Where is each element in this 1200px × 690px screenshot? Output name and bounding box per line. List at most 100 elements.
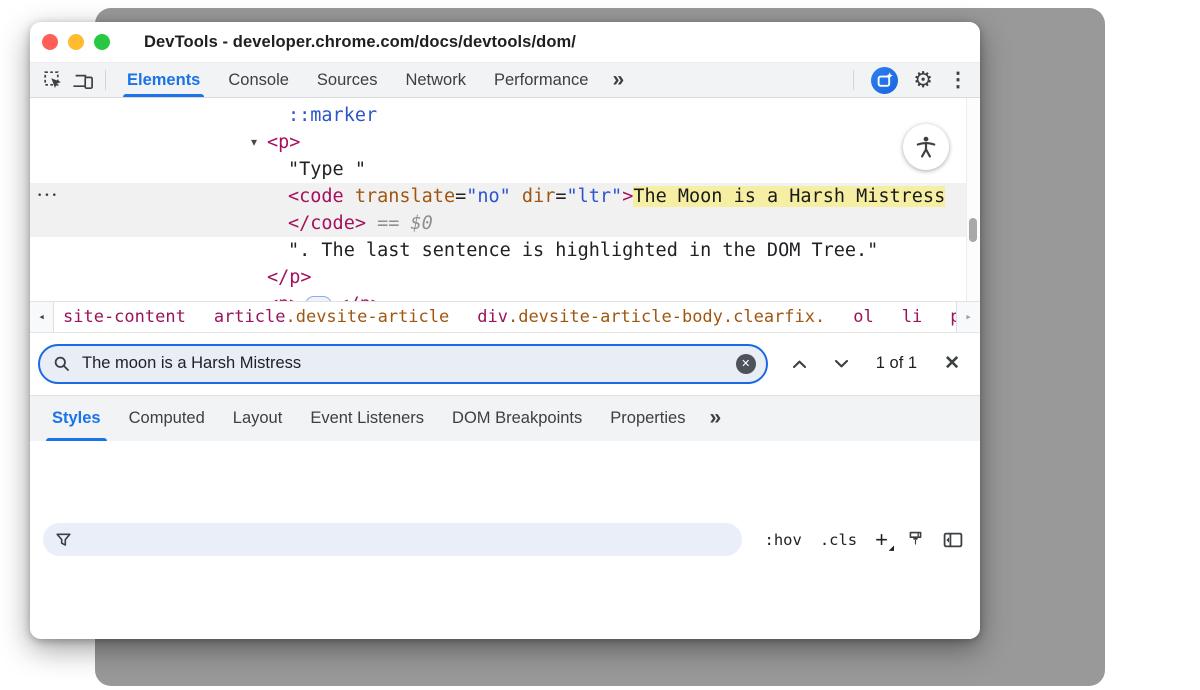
breadcrumb-token-tag: div bbox=[477, 307, 508, 327]
tab-network[interactable]: Network bbox=[391, 63, 480, 97]
inline-expand-icon[interactable]: ⋯ bbox=[305, 296, 332, 301]
breadcrumb: site-contentarticle.devsite-articlediv.d… bbox=[54, 302, 956, 332]
breadcrumb-scroll-right-button[interactable]: ▸ bbox=[956, 302, 980, 332]
tree-token-hl: The Moon is a Harsh Mistress bbox=[633, 186, 945, 207]
settings-gear-icon[interactable]: ⚙ bbox=[913, 69, 933, 91]
inspect-cursor-icon bbox=[43, 70, 64, 91]
next-result-icon[interactable] bbox=[834, 359, 849, 369]
dom-tree: ::marker▾<p>"Type "•••<code translate="n… bbox=[30, 98, 980, 301]
breadcrumb-item[interactable]: ol bbox=[846, 302, 880, 332]
styles-pane-controls: :hov .cls +◢ bbox=[764, 529, 963, 551]
tree-token-tag: > bbox=[622, 186, 633, 207]
sidebar-tab-dom-breakpoints[interactable]: DOM Breakpoints bbox=[438, 396, 596, 441]
dom-tree-row[interactable]: ▾<p> bbox=[30, 129, 980, 156]
minimize-window-button[interactable] bbox=[68, 34, 84, 50]
sidebar-tabs: StylesComputedLayoutEvent ListenersDOM B… bbox=[38, 396, 699, 441]
breadcrumb-item[interactable]: li bbox=[895, 302, 929, 332]
breadcrumb-item[interactable]: site-content bbox=[56, 302, 193, 332]
toggle-device-toolbar-button[interactable] bbox=[68, 66, 98, 94]
toggle-element-state-button[interactable]: :hov bbox=[764, 531, 801, 549]
search-result-counter: 1 of 1 bbox=[876, 354, 917, 373]
sidebar-tab-bar: StylesComputedLayoutEvent ListenersDOM B… bbox=[30, 395, 980, 441]
devtools-window: DevTools - developer.chrome.com/docs/dev… bbox=[30, 22, 980, 639]
rendering-brush-icon[interactable] bbox=[906, 530, 925, 549]
dom-tree-row[interactable]: ::marker bbox=[30, 102, 980, 129]
tab-elements[interactable]: Elements bbox=[113, 63, 214, 97]
tree-token-pun: = bbox=[455, 186, 466, 207]
element-classes-button[interactable]: .cls bbox=[820, 531, 857, 549]
sidebar-tab-properties[interactable]: Properties bbox=[596, 396, 699, 441]
inspect-element-button[interactable] bbox=[38, 66, 68, 94]
tree-token-tag: </p> bbox=[267, 267, 312, 288]
dom-tree-row[interactable]: ". The last sentence is highlighted in t… bbox=[30, 237, 980, 264]
tree-token-val: "ltr" bbox=[567, 186, 623, 207]
tree-token-tag: <p> bbox=[267, 294, 300, 301]
tab-console[interactable]: Console bbox=[214, 63, 303, 97]
filter-funnel-icon bbox=[55, 532, 72, 548]
dom-tree-row[interactable]: "Type " bbox=[30, 156, 980, 183]
tree-token-tag: </code> bbox=[288, 213, 366, 234]
tree-token-pun: = bbox=[555, 186, 566, 207]
tab-sources[interactable]: Sources bbox=[303, 63, 392, 97]
sidebar-tab-event-listeners[interactable]: Event Listeners bbox=[296, 396, 438, 441]
close-search-icon[interactable]: ✕ bbox=[944, 352, 960, 375]
new-style-rule-button[interactable]: +◢ bbox=[875, 529, 888, 551]
accessibility-overlay-button[interactable] bbox=[903, 124, 949, 170]
breadcrumb-item[interactable]: div.devsite-article-body.clearfix. bbox=[470, 302, 832, 332]
more-panels-icon[interactable]: » bbox=[602, 63, 634, 97]
disclosure-down-icon[interactable]: ▾ bbox=[251, 129, 257, 156]
ai-assistant-icon bbox=[871, 67, 898, 94]
breadcrumb-token-cls: .devsite-article-body.clearfix. bbox=[508, 307, 825, 327]
search-nav-controls: 1 of 1 ✕ bbox=[792, 352, 960, 375]
accessibility-person-icon bbox=[913, 134, 939, 160]
dom-tree-rows: ::marker▾<p>"Type "•••<code translate="n… bbox=[30, 102, 980, 301]
overflow-dots-icon: ••• bbox=[37, 183, 59, 210]
more-sidebar-tabs-icon[interactable]: » bbox=[699, 396, 731, 441]
breadcrumb-token-cls: .devsite-article bbox=[285, 307, 449, 327]
tab-performance[interactable]: Performance bbox=[480, 63, 602, 97]
zoom-window-button[interactable] bbox=[94, 34, 110, 50]
clear-search-icon[interactable]: ✕ bbox=[736, 354, 756, 374]
breadcrumb-item[interactable]: article.devsite-article bbox=[207, 302, 456, 332]
sidebar-tab-styles[interactable]: Styles bbox=[38, 396, 115, 441]
styles-filter-input[interactable] bbox=[80, 530, 730, 549]
breadcrumb-bar: ◂ site-content article.devsite-article div… bbox=[30, 301, 980, 332]
sidebar-tab-computed[interactable]: Computed bbox=[115, 396, 219, 441]
collapse-panel-icon[interactable] bbox=[943, 532, 963, 548]
search-input[interactable] bbox=[80, 353, 736, 374]
tree-token-tag: <code bbox=[288, 186, 344, 207]
chevron-right-icon: ▸ bbox=[965, 310, 972, 323]
breadcrumb-token-tag: article bbox=[214, 307, 286, 327]
search-field[interactable]: ✕ bbox=[38, 344, 768, 384]
tree-token-txt: "Type " bbox=[288, 159, 366, 180]
tree-token-pseudo: ::marker bbox=[288, 105, 377, 126]
ai-assistant-button[interactable] bbox=[871, 67, 898, 94]
tree-token-val: "no" bbox=[466, 186, 511, 207]
search-icon bbox=[53, 355, 71, 373]
window-title: DevTools - developer.chrome.com/docs/dev… bbox=[144, 33, 576, 52]
tree-token-gray: == bbox=[366, 213, 411, 234]
styles-filter-bar: :hov .cls +◢ bbox=[30, 441, 980, 640]
dom-tree-row[interactable]: </code> == $0 bbox=[30, 210, 980, 237]
tree-scrollbar-thumb[interactable] bbox=[969, 218, 977, 242]
close-window-button[interactable] bbox=[42, 34, 58, 50]
previous-result-icon[interactable] bbox=[792, 359, 807, 369]
breadcrumb-token-tag: ol bbox=[853, 307, 873, 327]
breadcrumb-scroll-left-button[interactable]: ◂ bbox=[30, 302, 54, 332]
disclosure-right-icon[interactable]: ▸ bbox=[251, 291, 257, 301]
tree-token-tag: </p> bbox=[337, 294, 382, 301]
dom-tree-row[interactable]: </p> bbox=[30, 264, 980, 291]
breadcrumb-item[interactable]: p bbox=[943, 302, 956, 332]
tree-token-txt: ". The last sentence is highlighted in t… bbox=[288, 240, 878, 261]
toolbar-divider bbox=[853, 70, 854, 90]
chevron-left-icon: ◂ bbox=[38, 310, 45, 323]
search-bar: ✕ 1 of 1 ✕ bbox=[30, 332, 980, 395]
tree-scrollbar-track bbox=[966, 98, 980, 301]
kebab-menu-icon[interactable]: ⋮ bbox=[948, 70, 968, 90]
dom-tree-row[interactable]: ▸ <p> ⋯ </p> bbox=[30, 291, 980, 301]
breadcrumb-token-tag: li bbox=[902, 307, 922, 327]
dom-tree-row[interactable]: •••<code translate="no" dir="ltr">The Mo… bbox=[30, 183, 980, 210]
styles-filter-field[interactable] bbox=[43, 523, 742, 556]
breadcrumb-token-tag: site-content bbox=[63, 307, 186, 327]
sidebar-tab-layout[interactable]: Layout bbox=[219, 396, 297, 441]
